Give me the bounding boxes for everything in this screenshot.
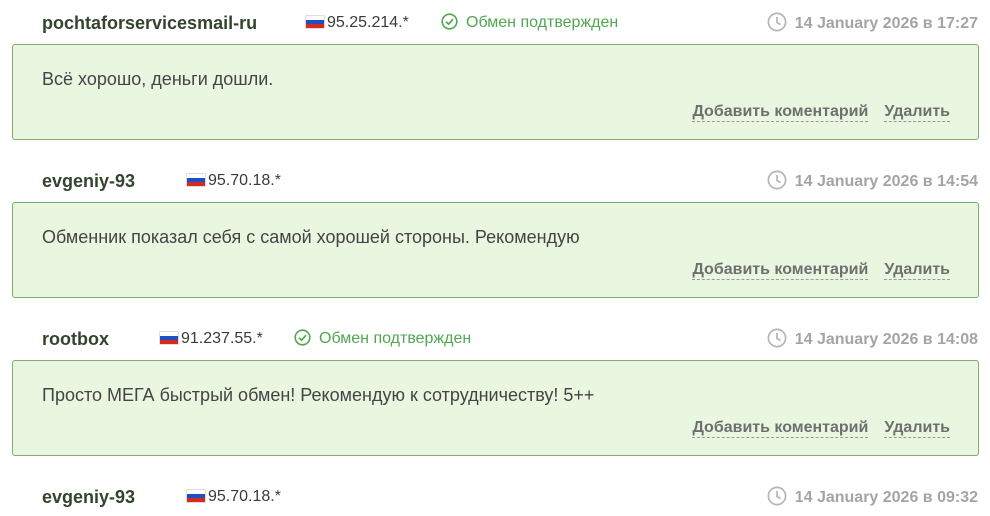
exchange-confirmed-text: Обмен подтвержден <box>319 330 472 347</box>
add-comment-button[interactable]: Добавить коментарий <box>692 261 869 280</box>
review-message: Всё хорошо, деньги дошли. <box>42 69 274 89</box>
exchange-confirmed-badge: Обмен подтвержден <box>441 12 618 34</box>
review-username[interactable]: evgeniy-93 <box>42 486 135 508</box>
russia-flag-icon <box>187 174 205 186</box>
review-date-text: 14 January 2026 в 09:32 <box>794 489 978 506</box>
clock-icon <box>767 170 787 190</box>
russia-flag-icon <box>187 490 205 502</box>
review-username[interactable]: pochtaforservicesmail-ru <box>42 12 257 34</box>
review-date-text: 14 January 2026 в 14:54 <box>794 173 978 190</box>
review-ip-text: 95.25.214.* <box>327 14 409 31</box>
delete-button[interactable]: Удалить <box>884 103 950 122</box>
add-comment-button[interactable]: Добавить коментарий <box>692 103 869 122</box>
review-ip: 91.237.55.* <box>160 328 263 350</box>
review-card: Просто МЕГА быстрый обмен! Рекомендую к … <box>12 360 979 456</box>
review-date: 14 January 2026 в 14:08 <box>767 328 978 351</box>
review-ip: 95.25.214.* <box>306 12 409 34</box>
check-circle-icon <box>441 13 458 30</box>
review-ip-text: 95.70.18.* <box>208 488 281 505</box>
review-date-text: 14 January 2026 в 14:08 <box>794 331 978 348</box>
clock-icon <box>767 486 787 506</box>
review-actions: Добавить коментарий Удалить <box>692 261 950 280</box>
review-message: Просто МЕГА быстрый обмен! Рекомендую к … <box>42 385 595 405</box>
clock-icon <box>767 12 787 32</box>
exchange-confirmed-text: Обмен подтвержден <box>466 14 619 31</box>
clock-icon <box>767 328 787 348</box>
review-date-text: 14 January 2026 в 17:27 <box>794 15 978 32</box>
delete-button[interactable]: Удалить <box>884 419 950 438</box>
review-header: pochtaforservicesmail-ru 95.25.214.* Обм… <box>0 12 990 42</box>
russia-flag-icon <box>160 332 178 344</box>
delete-button[interactable]: Удалить <box>884 261 950 280</box>
review-username[interactable]: evgeniy-93 <box>42 170 135 192</box>
review-actions: Добавить коментарий Удалить <box>692 419 950 438</box>
review-date: 14 January 2026 в 14:54 <box>767 170 978 193</box>
review-message: Обменник показал себя с самой хорошей ст… <box>42 227 580 247</box>
russia-flag-icon <box>306 16 324 28</box>
review-actions: Добавить коментарий Удалить <box>692 103 950 122</box>
review-date: 14 January 2026 в 17:27 <box>767 12 978 35</box>
review-header: evgeniy-93 95.70.18.* 14 January 2026 в … <box>0 170 990 200</box>
check-circle-icon <box>294 329 311 346</box>
review-username[interactable]: rootbox <box>42 328 109 350</box>
review-header: rootbox 91.237.55.* Обмен подтвержден 14… <box>0 328 990 358</box>
review-ip-text: 91.237.55.* <box>181 330 263 347</box>
review-ip: 95.70.18.* <box>187 486 281 508</box>
review-header: evgeniy-93 95.70.18.* 14 January 2026 в … <box>0 486 990 516</box>
add-comment-button[interactable]: Добавить коментарий <box>692 419 869 438</box>
review-ip: 95.70.18.* <box>187 170 281 192</box>
review-date: 14 January 2026 в 09:32 <box>767 486 978 509</box>
exchange-confirmed-badge: Обмен подтвержден <box>294 328 471 350</box>
review-card: Всё хорошо, деньги дошли. Добавить комен… <box>12 44 979 140</box>
review-card: Обменник показал себя с самой хорошей ст… <box>12 202 979 298</box>
review-ip-text: 95.70.18.* <box>208 172 281 189</box>
